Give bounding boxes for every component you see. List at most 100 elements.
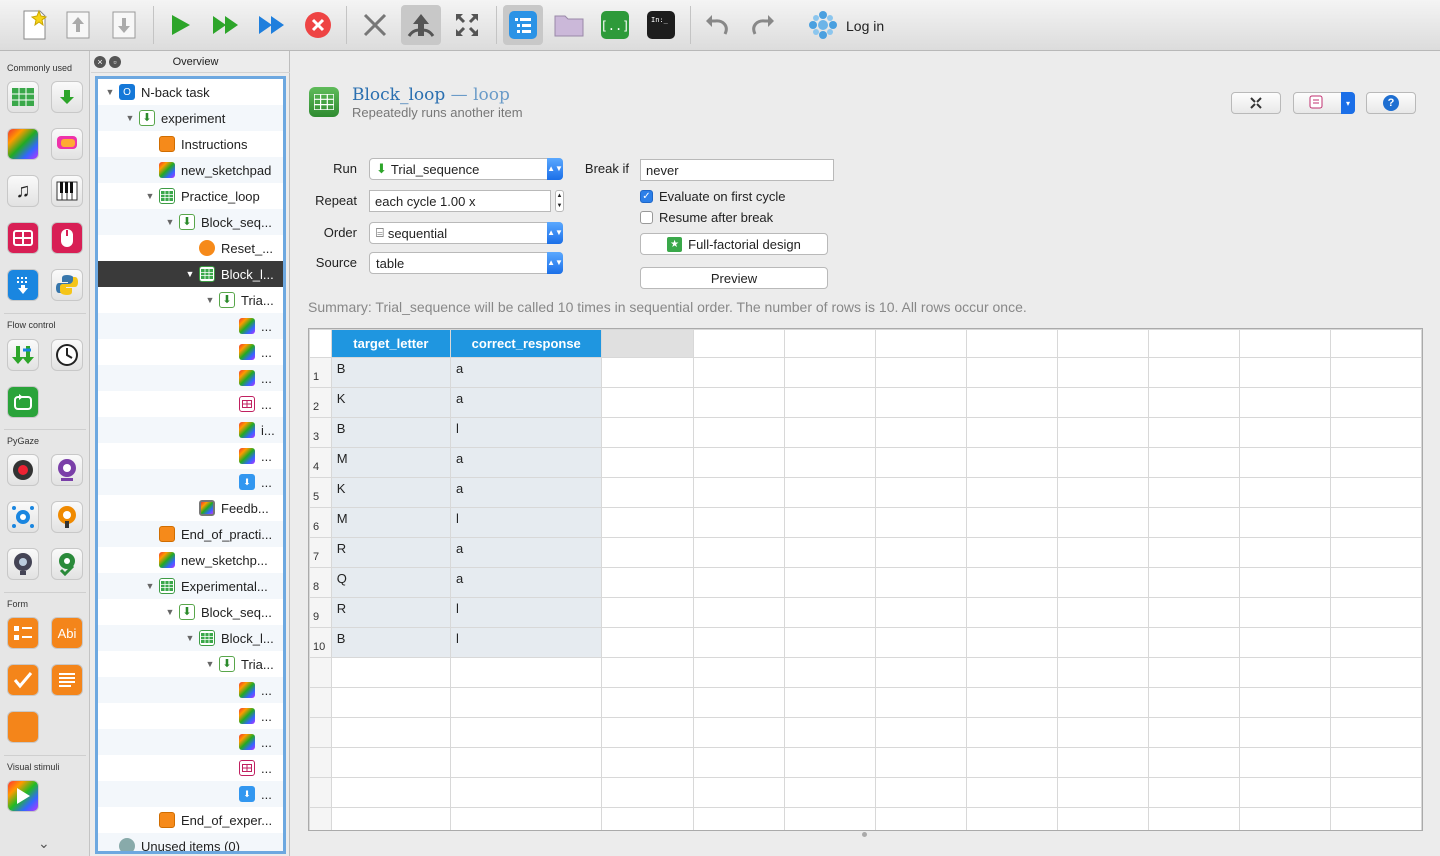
table-cell[interactable] bbox=[1147, 747, 1240, 778]
table-row[interactable]: 3Bl bbox=[309, 417, 1422, 448]
login-button[interactable]: Log in bbox=[808, 10, 884, 40]
table-cell[interactable] bbox=[1056, 477, 1149, 508]
table-cell[interactable] bbox=[965, 747, 1058, 778]
column-header[interactable] bbox=[1147, 329, 1240, 358]
open-down-icon[interactable] bbox=[104, 5, 144, 45]
table-cell[interactable] bbox=[1147, 417, 1240, 448]
table-cell[interactable]: R bbox=[330, 537, 452, 568]
table-row[interactable]: 1Ba bbox=[309, 357, 1422, 388]
tree-node[interactable]: ⬇... bbox=[98, 781, 283, 807]
table-cell[interactable] bbox=[1238, 657, 1331, 688]
float-icon[interactable]: ▫ bbox=[109, 55, 121, 68]
table-cell[interactable]: M bbox=[330, 447, 452, 478]
keyboard-tool-icon[interactable] bbox=[7, 222, 39, 254]
table-cell[interactable] bbox=[330, 717, 452, 748]
column-header[interactable]: target_letter bbox=[330, 329, 452, 358]
table-cell[interactable] bbox=[1329, 717, 1422, 748]
table-row[interactable] bbox=[309, 807, 1422, 830]
table-cell[interactable] bbox=[1056, 777, 1149, 808]
table-cell[interactable] bbox=[1329, 477, 1422, 508]
table-cell[interactable] bbox=[1056, 717, 1149, 748]
table-cell[interactable] bbox=[783, 687, 876, 718]
table-cell[interactable] bbox=[783, 567, 876, 598]
table-cell[interactable] bbox=[1147, 477, 1240, 508]
column-header[interactable] bbox=[874, 329, 967, 358]
tree-node[interactable]: Instructions bbox=[98, 131, 283, 157]
table-cell[interactable] bbox=[692, 747, 785, 778]
table-cell[interactable] bbox=[1238, 747, 1331, 778]
tree-node[interactable]: Reset_... bbox=[98, 235, 283, 261]
table-cell[interactable] bbox=[783, 537, 876, 568]
table-cell[interactable]: l bbox=[449, 597, 603, 628]
table-cell[interactable] bbox=[692, 657, 785, 688]
table-cell[interactable] bbox=[965, 357, 1058, 388]
table-cell[interactable] bbox=[601, 387, 694, 418]
table-cell[interactable] bbox=[874, 777, 967, 808]
table-cell[interactable] bbox=[1056, 447, 1149, 478]
coroutines-tool-icon[interactable] bbox=[7, 339, 39, 371]
tree-node[interactable]: ▼ ⬇ Block_seq... bbox=[98, 599, 283, 625]
table-cell[interactable] bbox=[692, 537, 785, 568]
table-cell[interactable] bbox=[874, 567, 967, 598]
table-cell[interactable] bbox=[783, 747, 876, 778]
table-cell[interactable] bbox=[965, 537, 1058, 568]
table-row[interactable] bbox=[309, 717, 1422, 748]
table-cell[interactable]: a bbox=[449, 537, 603, 568]
table-row[interactable]: 2Ka bbox=[309, 387, 1422, 418]
column-header[interactable] bbox=[1056, 329, 1149, 358]
table-cell[interactable] bbox=[965, 687, 1058, 718]
sequence-tool-icon[interactable] bbox=[51, 81, 83, 113]
table-cell[interactable] bbox=[449, 657, 603, 688]
mouse-tool-icon[interactable] bbox=[51, 222, 83, 254]
table-cell[interactable] bbox=[874, 657, 967, 688]
sketchpad-tool-icon[interactable] bbox=[7, 128, 39, 160]
table-cell[interactable] bbox=[449, 717, 603, 748]
tree-node[interactable]: Feedb... bbox=[98, 495, 283, 521]
table-row[interactable] bbox=[309, 747, 1422, 778]
item-description[interactable]: Repeatedly runs another item bbox=[352, 105, 523, 120]
table-cell[interactable]: l bbox=[449, 627, 603, 658]
form-text-display-tool-icon[interactable] bbox=[51, 664, 83, 696]
table-cell[interactable] bbox=[601, 687, 694, 718]
item-title[interactable]: Block_loop — loop bbox=[352, 85, 510, 105]
table-cell[interactable] bbox=[965, 507, 1058, 538]
table-cell[interactable] bbox=[692, 387, 785, 418]
table-cell[interactable] bbox=[1329, 537, 1422, 568]
kill-icon[interactable] bbox=[355, 5, 395, 45]
table-cell[interactable]: R bbox=[330, 597, 452, 628]
table-cell[interactable] bbox=[965, 447, 1058, 478]
table-cell[interactable] bbox=[1329, 687, 1422, 718]
table-cell[interactable] bbox=[1238, 387, 1331, 418]
preview-button[interactable]: Preview bbox=[640, 267, 828, 289]
table-cell[interactable]: a bbox=[449, 387, 603, 418]
table-cell[interactable] bbox=[601, 447, 694, 478]
table-cell[interactable] bbox=[1238, 477, 1331, 508]
break-if-input[interactable]: never bbox=[640, 159, 834, 181]
table-cell[interactable] bbox=[1147, 597, 1240, 628]
form-base-tool-icon[interactable] bbox=[7, 711, 39, 743]
table-cell[interactable] bbox=[874, 537, 967, 568]
table-cell[interactable] bbox=[449, 807, 603, 830]
table-cell[interactable] bbox=[1329, 447, 1422, 478]
loop-tool-icon[interactable] bbox=[7, 81, 39, 113]
tree-node[interactable]: End_of_exper... bbox=[98, 807, 283, 833]
table-cell[interactable] bbox=[1056, 597, 1149, 628]
splitter-handle[interactable] bbox=[862, 832, 867, 837]
table-cell[interactable] bbox=[1056, 747, 1149, 778]
table-cell[interactable] bbox=[601, 777, 694, 808]
table-cell[interactable] bbox=[1147, 687, 1240, 718]
table-cell[interactable] bbox=[692, 477, 785, 508]
redo-icon[interactable] bbox=[743, 5, 783, 45]
open-up-icon[interactable] bbox=[58, 5, 98, 45]
feedback-tool-icon[interactable] bbox=[51, 128, 83, 160]
table-cell[interactable] bbox=[965, 567, 1058, 598]
tree-node[interactable]: ... bbox=[98, 443, 283, 469]
pygaze-drift-correct-tool-icon[interactable] bbox=[7, 501, 39, 533]
table-cell[interactable] bbox=[874, 627, 967, 658]
evaluate-first-cycle-checkbox[interactable]: ✓ Evaluate on first cycle bbox=[640, 189, 785, 204]
table-cell[interactable] bbox=[1147, 447, 1240, 478]
table-cell[interactable] bbox=[874, 357, 967, 388]
table-cell[interactable]: K bbox=[330, 477, 452, 508]
table-cell[interactable] bbox=[1329, 567, 1422, 598]
table-cell[interactable] bbox=[330, 777, 452, 808]
